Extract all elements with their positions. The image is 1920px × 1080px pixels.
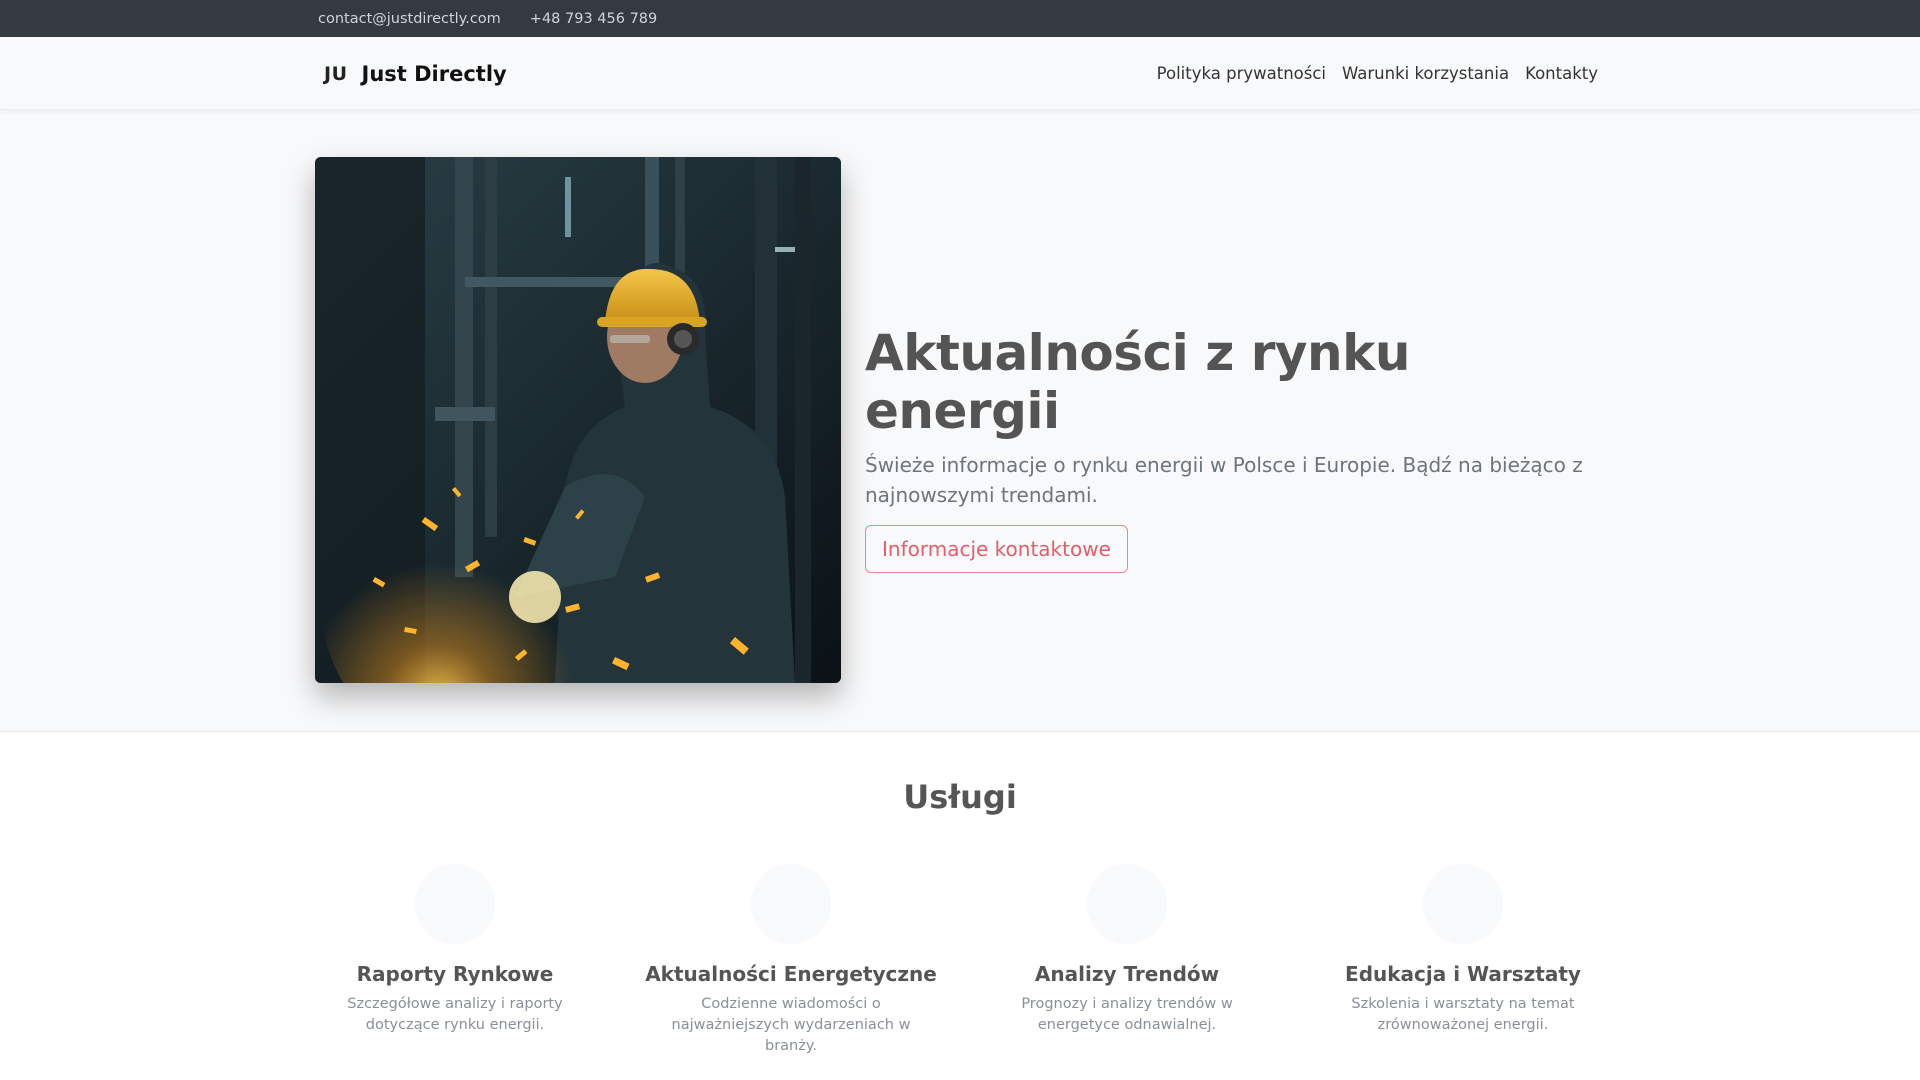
service-title: Analizy Trendów [1034,962,1220,986]
service-description: Prognozy i analizy trendów w energetyce … [1021,996,1233,1033]
contact-info-button[interactable]: Informacje kontaktowe [865,525,1128,573]
hero-title: Aktualności z rynku energii [865,324,1410,440]
contact-phone[interactable]: +48 793 456 789 [530,11,657,27]
services-grid: Raporty Rynkowe Szczegółowe analizy i ra… [285,864,1635,1057]
services-title: Usługi [903,778,1017,816]
hero-worker-image [315,157,841,683]
service-icon-placeholder [751,864,831,944]
service-title: Aktualności Energetyczne [645,962,937,986]
service-title: Edukacja i Warsztaty [1345,962,1581,986]
hero-subtitle: Świeże informacje o rynku energii w Pols… [865,453,1583,507]
service-icon-placeholder [1087,864,1167,944]
service-description: Szczegółowe analizy i raporty dotyczące … [347,996,563,1033]
main-navbar: JU Just Directly Polityka prywatności Wa… [0,37,1920,110]
nav-link-terms[interactable]: Warunki korzystania [1342,64,1509,83]
service-icon-placeholder [1423,864,1503,944]
service-title: Raporty Rynkowe [356,962,554,986]
hero-content: Aktualności z rynku energii Świeże infor… [865,324,1605,573]
service-icon-placeholder [415,864,495,944]
service-card: Analizy Trendów Prognozy i analizy trend… [959,864,1295,1057]
service-card: Raporty Rynkowe Szczegółowe analizy i ra… [287,864,623,1057]
service-description: Szkolenia i warsztaty na temat zrównoważ… [1351,996,1575,1033]
service-card: Edukacja i Warsztaty Szkolenia i warszta… [1295,864,1631,1057]
nav-links: Polityka prywatności Warunki korzystania… [1157,64,1605,83]
top-contact-bar: contact@justdirectly.com +48 793 456 789 [0,0,1920,37]
nav-link-privacy-policy[interactable]: Polityka prywatności [1157,64,1326,83]
logo-mark: JU [324,62,348,85]
hero-section: Aktualności z rynku energii Świeże infor… [0,110,1920,732]
services-section: Usługi Raporty Rynkowe Szczegółowe anali… [0,732,1920,1057]
brand-logo-link[interactable]: JU Just Directly [315,62,507,86]
service-card: Aktualności Energetyczne Codzienne wiado… [623,864,959,1057]
brand-name: Just Directly [361,61,507,86]
service-description: Codzienne wiadomości o najważniejszych w… [671,996,911,1054]
contact-email[interactable]: contact@justdirectly.com [318,11,501,27]
nav-link-contacts[interactable]: Kontakty [1525,64,1598,83]
